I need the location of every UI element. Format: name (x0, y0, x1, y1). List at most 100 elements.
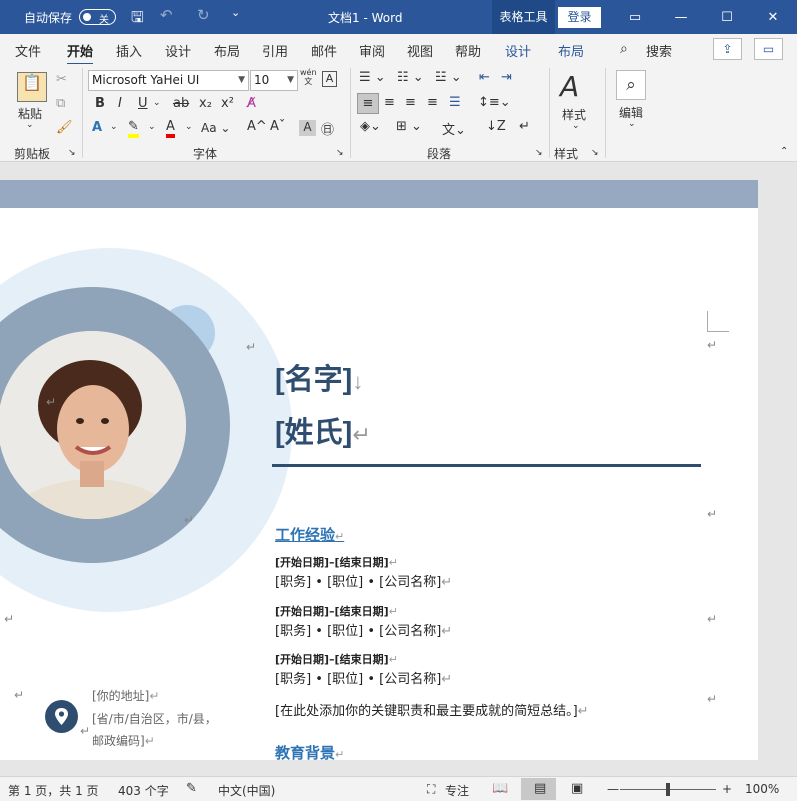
highlight-icon[interactable]: ✎ (128, 120, 139, 138)
shading-icon[interactable]: ◈⌄ (360, 119, 381, 134)
line-spacing-icon[interactable]: ↕≡⌄ (478, 95, 511, 110)
borders-icon[interactable]: ⊞ ⌄ (396, 119, 422, 134)
tab-layout[interactable]: 布局 (214, 41, 240, 60)
document-area[interactable]: ↵ ↵ ↵ ↵ ↵ ↵ ↵ ↵ [名字]↓ [姓氏]↵ 工作经验↵ [开始日期]… (0, 162, 773, 760)
collapse-ribbon-icon[interactable]: ⌃ (780, 146, 788, 157)
web-layout-icon[interactable]: ▣ (571, 781, 583, 796)
address-line-1[interactable]: [你的地址]↵ (92, 687, 159, 704)
zoom-level[interactable]: 100% (745, 782, 779, 796)
tab-table-layout[interactable]: 布局 (558, 41, 584, 60)
paste-dropdown-icon[interactable]: ⌄ (26, 120, 34, 130)
tab-insert[interactable]: 插入 (116, 41, 142, 60)
styles-icon[interactable]: A (560, 70, 579, 103)
asian-layout-icon[interactable]: 文⌄ (442, 119, 466, 138)
increase-indent-icon[interactable]: ⇥ (501, 70, 512, 85)
section-heading-education[interactable]: 教育背景↵ (275, 742, 344, 760)
copy-icon[interactable]: ⧉ (56, 96, 65, 111)
bullets-icon[interactable]: ☰ ⌄ (359, 70, 386, 85)
print-layout-button[interactable]: ▤ (521, 778, 556, 800)
tab-view[interactable]: 视图 (407, 41, 433, 60)
tab-mailings[interactable]: 邮件 (311, 41, 337, 60)
align-center-icon[interactable]: ≡ (384, 95, 395, 110)
job-dates[interactable]: [开始日期]–[结束日期]↵ (275, 554, 398, 570)
enclose-char-icon[interactable]: ㊐ (321, 119, 334, 138)
align-left-icon[interactable]: ≡ (357, 93, 379, 114)
tab-review[interactable]: 审阅 (359, 41, 385, 60)
read-mode-icon[interactable]: 📖 (492, 781, 508, 796)
address-line-2[interactable]: [省/市/自治区，市/县， (92, 710, 217, 727)
sort-icon[interactable]: ↓Z (486, 119, 506, 134)
focus-icon[interactable]: ⛶ (427, 782, 435, 797)
strikethrough-icon[interactable]: ab (173, 96, 189, 111)
editing-dropdown-icon[interactable]: ⌄ (628, 119, 636, 129)
name-last[interactable]: [姓氏]↵ (275, 409, 371, 451)
distributed-icon[interactable]: ☰ (449, 95, 461, 110)
format-painter-icon[interactable]: 🖌 (56, 120, 73, 135)
page-count[interactable]: 第 1 页，共 1 页 (8, 782, 99, 799)
font-name-combo[interactable]: Microsoft YaHei UI ▼ (88, 70, 249, 91)
paragraph-launcher-icon[interactable]: ↘ (535, 148, 543, 158)
zoom-in-icon[interactable]: + (722, 782, 732, 796)
show-marks-icon[interactable]: ↵ (519, 119, 530, 134)
zoom-slider-thumb[interactable] (666, 783, 670, 796)
subscript-icon[interactable]: x₂ (199, 96, 212, 111)
tab-file[interactable]: 文件 (15, 41, 41, 60)
profile-photo[interactable] (0, 331, 186, 519)
document-page[interactable]: ↵ ↵ ↵ ↵ ↵ ↵ ↵ ↵ [名字]↓ [姓氏]↵ 工作经验↵ [开始日期]… (0, 180, 758, 760)
job-line[interactable]: [职务] • [职位] • [公司名称]↵ (275, 620, 452, 639)
job-dates[interactable]: [开始日期]–[结束日期]↵ (275, 651, 398, 667)
word-count[interactable]: 403 个字 (118, 782, 169, 799)
section-heading-work[interactable]: 工作经验↵ (275, 524, 344, 545)
maximize-icon[interactable]: ☐ (704, 0, 750, 34)
vertical-scrollbar[interactable] (773, 162, 797, 760)
superscript-icon[interactable]: x² (221, 96, 234, 111)
paste-icon[interactable]: 📋 (17, 72, 47, 102)
tab-help[interactable]: 帮助 (455, 41, 481, 60)
italic-icon[interactable]: I (118, 96, 122, 111)
summary-text[interactable]: [在此处添加你的关键职责和最主要成就的简短总结。]↵ (275, 700, 589, 719)
ribbon-display-icon[interactable]: ▭ (612, 0, 658, 34)
multilevel-list-icon[interactable]: ☳ ⌄ (435, 70, 462, 85)
underline-dropdown-icon[interactable]: ⌄ (153, 98, 161, 108)
styles-launcher-icon[interactable]: ↘ (591, 148, 599, 158)
clear-format-icon[interactable]: A̸ (247, 96, 256, 111)
font-color-dropdown-icon[interactable]: ⌄ (185, 122, 193, 132)
phonetic-guide-icon[interactable]: wén 文 (300, 68, 317, 86)
tab-design[interactable]: 设计 (165, 41, 191, 60)
name-first[interactable]: [名字]↓ (275, 356, 363, 398)
cut-icon[interactable]: ✂ (56, 72, 67, 87)
grow-font-icon[interactable]: A^ (247, 119, 267, 134)
redo-icon[interactable]: ↻ (197, 6, 210, 24)
login-button[interactable]: 登录 (558, 7, 601, 28)
proofing-icon[interactable]: ✎ (186, 781, 197, 796)
text-effects-dropdown-icon[interactable]: ⌄ (110, 122, 118, 132)
save-icon[interactable]: 🖫 (131, 7, 144, 32)
text-effects-icon[interactable]: A (92, 120, 102, 135)
char-shading-icon[interactable]: A (299, 120, 316, 136)
customize-qat-icon[interactable]: ⌄ (231, 6, 240, 19)
tab-table-design[interactable]: 设计 (505, 41, 531, 60)
undo-icon[interactable]: ↶ (160, 6, 173, 24)
search-label[interactable]: 搜索 (646, 41, 672, 60)
zoom-out-icon[interactable]: — (607, 782, 619, 796)
job-line[interactable]: [职务] • [职位] • [公司名称]↵ (275, 668, 452, 687)
font-size-combo[interactable]: 10 ▼ (250, 70, 298, 91)
focus-label[interactable]: 专注 (445, 782, 469, 799)
change-case-icon[interactable]: Aa ⌄ (201, 121, 230, 135)
font-color-icon[interactable]: A (166, 120, 175, 138)
job-line[interactable]: [职务] • [职位] • [公司名称]↵ (275, 571, 452, 590)
styles-dropdown-icon[interactable]: ⌄ (572, 121, 580, 131)
tab-references[interactable]: 引用 (262, 41, 288, 60)
clipboard-launcher-icon[interactable]: ↘ (68, 148, 76, 158)
underline-icon[interactable]: U (138, 96, 148, 111)
numbering-icon[interactable]: ☷ ⌄ (397, 70, 424, 85)
font-launcher-icon[interactable]: ↘ (336, 148, 344, 158)
job-dates[interactable]: [开始日期]–[结束日期]↵ (275, 603, 398, 619)
share-icon[interactable]: ⇪ (713, 38, 742, 60)
autosave-toggle[interactable]: 关 (79, 9, 116, 26)
language-status[interactable]: 中文(中国) (218, 782, 275, 799)
decrease-indent-icon[interactable]: ⇤ (479, 70, 490, 85)
align-right-icon[interactable]: ≡ (405, 95, 416, 110)
highlight-dropdown-icon[interactable]: ⌄ (148, 122, 156, 132)
address-line-3[interactable]: 邮政编码]↵ (92, 732, 155, 749)
